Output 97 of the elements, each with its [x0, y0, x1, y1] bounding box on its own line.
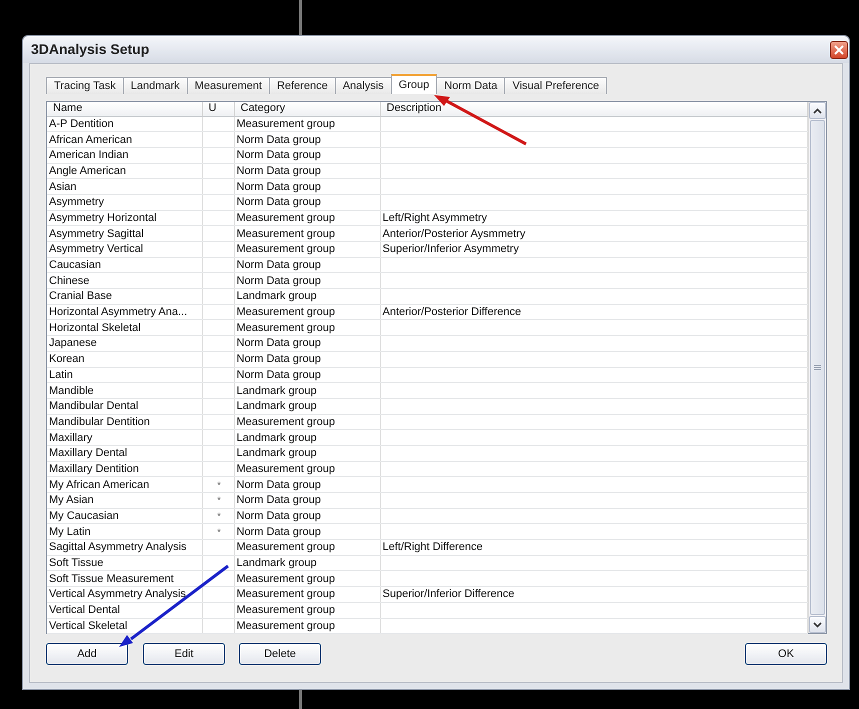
table-cell: Anterior/Posterior Aysmmetry	[380, 226, 808, 242]
table-cell: Norm Data group	[234, 508, 380, 524]
dialog-button[interactable]: Edit	[143, 643, 225, 665]
table-cell: Cranial Base	[47, 288, 202, 304]
table-cell: Measurement group	[234, 304, 380, 320]
table-cell: Asian	[47, 178, 202, 194]
table-cell: Norm Data group	[234, 163, 380, 179]
table-cell: Korean	[47, 351, 202, 367]
table-cell: My Latin	[47, 524, 202, 540]
table-cell: Left/Right Difference	[380, 540, 808, 556]
caret-down-icon	[813, 622, 822, 628]
table-cell: Norm Data group	[234, 336, 380, 352]
table-cell: Superior/Inferior Difference	[380, 586, 808, 602]
table-cell: Norm Data group	[234, 132, 380, 148]
table-cell: Landmark group	[234, 445, 380, 462]
table-cell: Left/Right Asymmetry	[380, 210, 808, 226]
table-cell: Soft Tissue	[47, 555, 202, 571]
table-cell: Anterior/Posterior Difference	[380, 304, 808, 320]
table-cell: Vertical Asymmetry Analysis	[47, 586, 202, 602]
table-cell: American Indian	[47, 147, 202, 164]
column-header[interactable]: U	[202, 102, 234, 116]
column-header[interactable]: Description	[380, 102, 808, 116]
table-cell: African American	[47, 132, 202, 148]
table-cell: Asymmetry Sagittal	[47, 226, 202, 242]
scroll-up-button[interactable]	[809, 102, 826, 119]
table-cell: Norm Data group	[234, 147, 380, 164]
table-cell: Caucasian	[47, 257, 202, 273]
table-cell: *	[202, 476, 234, 492]
table-cell: Chinese	[47, 272, 202, 289]
window-title: 3DAnalysis Setup	[31, 40, 150, 59]
table-cell: Angle American	[47, 163, 202, 179]
table-cell: Landmark group	[234, 555, 380, 571]
table-cell: My Caucasian	[47, 508, 202, 524]
table-cell: Mandible	[47, 382, 202, 398]
table-cell: Measurement group	[234, 210, 380, 226]
scroll-down-button[interactable]	[809, 616, 826, 633]
table-cell: Measurement group	[234, 414, 380, 430]
table-cell: Japanese	[47, 336, 202, 352]
table-cell: Measurement group	[234, 570, 380, 587]
table-cell: Maxillary Dentition	[47, 461, 202, 477]
table-cell: Horizontal Skeletal	[47, 320, 202, 336]
table-cell: Landmark group	[234, 430, 380, 446]
tab[interactable]: Group	[390, 74, 438, 94]
table-cell: Maxillary	[47, 430, 202, 446]
table-cell: Measurement group	[234, 461, 380, 477]
table-cell: Measurement group	[234, 226, 380, 242]
table-cell: Measurement group	[234, 320, 380, 336]
table-cell: My Asian	[47, 492, 202, 508]
grip-icon	[814, 364, 822, 370]
table-cell: Horizontal Asymmetry Ana...	[47, 304, 202, 320]
table-cell: Superior/Inferior Asymmetry	[380, 242, 808, 258]
table-cell: Norm Data group	[234, 178, 380, 194]
table-cell: Soft Tissue Measurement	[47, 570, 202, 587]
close-button[interactable]	[830, 40, 848, 58]
column-header[interactable]: Name	[47, 102, 202, 116]
table-cell: A-P Dentition	[47, 116, 202, 132]
table-cell: Measurement group	[234, 540, 380, 556]
tab[interactable]: Analysis	[334, 77, 392, 94]
caret-up-icon	[813, 108, 822, 114]
table-cell: Measurement group	[234, 602, 380, 618]
table-cell: Measurement group	[234, 242, 380, 258]
table-cell: Asymmetry	[47, 194, 202, 210]
table-cell: Norm Data group	[234, 257, 380, 273]
table-cell: Maxillary Dental	[47, 445, 202, 462]
scrollbar-thumb[interactable]	[810, 120, 825, 615]
table-cell: Norm Data group	[234, 524, 380, 540]
table-cell: Norm Data group	[234, 194, 380, 210]
table-cell: Norm Data group	[234, 367, 380, 383]
table-cell: Mandibular Dentition	[47, 414, 202, 430]
table-cell: Latin	[47, 367, 202, 383]
table-cell: Norm Data group	[234, 492, 380, 508]
dialog-button[interactable]: Delete	[239, 643, 321, 665]
table-cell: Norm Data group	[234, 351, 380, 367]
table-cell: Landmark group	[234, 382, 380, 398]
column-header[interactable]: Category	[234, 102, 380, 116]
table-cell: *	[202, 508, 234, 524]
table-cell: My African American	[47, 476, 202, 492]
close-icon	[834, 44, 844, 54]
table-cell: Vertical Dental	[47, 602, 202, 618]
tab[interactable]: Tracing Task	[46, 77, 124, 94]
table-cell: *	[202, 524, 234, 540]
tab[interactable]: Visual Preference	[504, 77, 608, 94]
table-cell: *	[202, 492, 234, 508]
table-cell: Norm Data group	[234, 272, 380, 289]
dialog-button[interactable]: OK	[745, 643, 827, 665]
table-cell: Asymmetry Horizontal	[47, 210, 202, 226]
table-cell: Mandibular Dental	[47, 398, 202, 414]
table-cell: Measurement group	[234, 618, 380, 634]
table-cell: Vertical Skeletal	[47, 618, 202, 634]
table-cell: Landmark group	[234, 398, 380, 414]
dialog-button[interactable]: Add	[46, 643, 128, 665]
table-cell: Sagittal Asymmetry Analysis	[47, 540, 202, 556]
table-cell: Asymmetry Vertical	[47, 242, 202, 258]
table-cell: Measurement group	[234, 586, 380, 602]
table-cell: Norm Data group	[234, 476, 380, 492]
table-cell: Landmark group	[234, 288, 380, 304]
table-cell: Measurement group	[234, 116, 380, 132]
